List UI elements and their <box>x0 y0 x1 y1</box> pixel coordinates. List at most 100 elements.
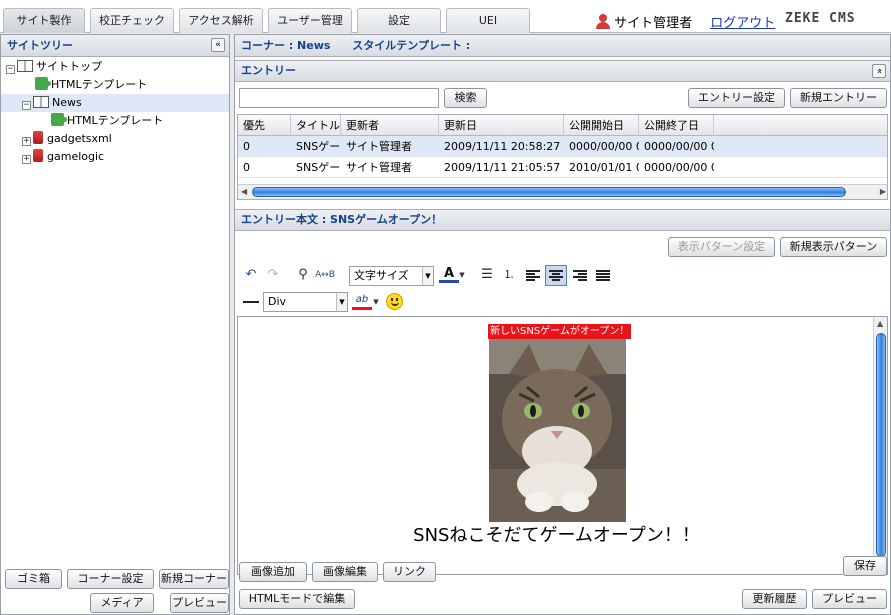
tab-user-management[interactable]: ユーザー管理 <box>268 8 352 33</box>
template-puzzle-icon <box>51 113 67 126</box>
new-display-pattern-button[interactable]: 新規表示パターン <box>780 237 887 257</box>
trash-button[interactable]: ゴミ箱 <box>5 569 62 589</box>
entry-settings-button[interactable]: エントリー設定 <box>688 88 785 108</box>
tab-site-production[interactable]: サイト製作 <box>3 8 85 33</box>
tree-item-gadgetsxml[interactable]: + gadgetsxml <box>1 130 229 148</box>
edit-image-button[interactable]: 画像編集 <box>312 562 378 582</box>
highlight-color-icon[interactable]: ab <box>352 291 372 310</box>
update-history-button[interactable]: 更新履歴 <box>742 589 807 609</box>
collapse-entry-icon[interactable]: « <box>872 64 886 78</box>
html-mode-button[interactable]: HTMLモードで編集 <box>239 589 355 609</box>
site-tree-title: サイトツリー <box>7 39 73 52</box>
cell-title: SNSゲー <box>296 140 341 153</box>
tab-proofreading[interactable]: 校正チェック <box>90 8 174 33</box>
numbered-list-icon[interactable]: ⒈ <box>499 265 519 285</box>
font-size-select[interactable]: 文字サイズ ▼ <box>349 266 434 286</box>
save-button[interactable]: 保存 <box>843 556 887 576</box>
expand-node-icon[interactable]: + <box>22 137 31 146</box>
scroll-left-icon[interactable]: ◀ <box>241 187 247 196</box>
tree-item-html-template[interactable]: HTMLテンプレート <box>1 76 229 94</box>
tree-item-news-html-template[interactable]: HTMLテンプレート <box>1 112 229 130</box>
align-right-icon[interactable] <box>573 270 587 282</box>
cell-publish-end: 0000/00/00 00 <box>644 140 714 153</box>
entry-grid: 優先 タイトル 更新者 更新日 公開開始日 公開終了日 0 SNSゲー サイト管… <box>237 114 888 200</box>
preview-left-button[interactable]: プレビュー <box>170 593 229 613</box>
table-row[interactable]: 0 SNSゲー サイト管理者 2009/11/11 21:05:57 2010/… <box>238 157 887 178</box>
horizontal-rule-icon[interactable] <box>243 301 259 303</box>
chevron-down-icon: ▼ <box>422 267 433 285</box>
vertical-scrollbar[interactable]: ▲ ▼ <box>873 317 887 574</box>
table-row[interactable]: 0 SNSゲー サイト管理者 2009/11/11 20:58:27 0000/… <box>238 136 887 157</box>
cell-publish-end: 0000/00/00 00 <box>644 161 714 174</box>
display-pattern-settings-button[interactable]: 表示パターン設定 <box>668 237 775 257</box>
tree-item-gamelogic[interactable]: + gamelogic <box>1 148 229 166</box>
corner-settings-button[interactable]: コーナー設定 <box>67 569 154 589</box>
tree-item-label: サイトトップ <box>36 60 102 73</box>
link-button[interactable]: リンク <box>383 562 436 582</box>
undo-icon[interactable]: ↶ <box>241 265 261 285</box>
entry-section-title: エントリー <box>241 64 296 77</box>
grid-header: 優先 タイトル 更新者 更新日 公開開始日 公開終了日 <box>238 115 887 136</box>
column-header-updated[interactable]: 更新日 <box>439 115 564 136</box>
site-book-icon <box>33 96 49 108</box>
red-book-icon <box>33 131 43 144</box>
column-header-priority[interactable]: 優先 <box>238 115 291 136</box>
horizontal-scrollbar[interactable]: ◀ ▶ <box>238 184 887 199</box>
tree-item-news[interactable]: − News <box>1 94 229 112</box>
redo-icon[interactable]: ↷ <box>263 265 283 285</box>
user-icon <box>596 14 610 29</box>
rich-text-editor[interactable]: 新しいSNSゲームがオープン！ SNSねこそだてゲームオープン！！ ▲ <box>237 316 888 575</box>
column-header-publish-end[interactable]: 公開終了日 <box>639 115 714 136</box>
align-left-icon[interactable] <box>526 270 540 282</box>
tab-uei[interactable]: UEI <box>446 8 530 33</box>
cell-publish-start: 0000/00/00 00 <box>569 140 639 153</box>
cat-photo <box>489 339 626 522</box>
align-center-button[interactable] <box>545 265 567 286</box>
bullet-list-icon[interactable]: ☰ <box>477 265 497 285</box>
align-justify-icon[interactable] <box>596 270 610 282</box>
top-navigation-bar: サイト製作 校正チェック アクセス解析 ユーザー管理 設定 UEI サイト管理者… <box>0 0 891 33</box>
emoticon-icon[interactable] <box>386 293 403 310</box>
block-format-value: Div <box>268 295 287 308</box>
preview-button[interactable]: プレビュー <box>812 589 887 609</box>
font-color-dropdown-icon[interactable]: ▼ <box>457 265 467 285</box>
font-size-value: 文字サイズ <box>354 269 409 282</box>
cell-updated: 2009/11/11 21:05:57 <box>444 161 561 174</box>
collapse-node-icon[interactable]: − <box>6 65 15 74</box>
find-icon[interactable]: ⚲ <box>293 265 313 285</box>
column-header-title[interactable]: タイトル <box>291 115 341 136</box>
emoticon-eye <box>391 298 393 301</box>
tab-settings[interactable]: 設定 <box>357 8 441 33</box>
user-name: サイト管理者 <box>614 16 693 31</box>
font-color-icon[interactable]: A <box>439 264 459 283</box>
entry-search-input[interactable] <box>239 88 439 108</box>
collapse-node-icon[interactable]: − <box>22 101 31 110</box>
site-tree-panel: サイトツリー « − サイトトップ HTMLテンプレート − News HTMLテン… <box>0 34 230 615</box>
search-button[interactable]: 検索 <box>444 88 487 108</box>
scroll-right-icon[interactable]: ▶ <box>880 187 886 196</box>
scroll-up-icon[interactable]: ▲ <box>877 319 883 328</box>
block-format-select[interactable]: Div ▼ <box>263 292 348 312</box>
column-header-publish-start[interactable]: 公開開始日 <box>564 115 639 136</box>
add-image-button[interactable]: 画像追加 <box>239 562 307 582</box>
column-header-updater[interactable]: 更新者 <box>341 115 439 136</box>
brand-logo: ZEKE CMS <box>785 11 856 26</box>
expand-node-icon[interactable]: + <box>22 155 31 164</box>
tree-item-site-top[interactable]: − サイトトップ <box>1 58 229 76</box>
emoticon-eye <box>396 298 398 301</box>
red-book-icon <box>33 149 43 162</box>
vertical-scroll-thumb[interactable] <box>876 333 886 557</box>
cell-priority: 0 <box>243 161 250 174</box>
collapse-left-panel-icon[interactable]: « <box>211 38 225 52</box>
logout-link[interactable]: ログアウト <box>710 16 775 31</box>
tab-access-analysis[interactable]: アクセス解析 <box>179 8 263 33</box>
tree-item-label: HTMLテンプレート <box>51 78 148 91</box>
new-corner-button[interactable]: 新規コーナー <box>159 569 229 589</box>
horizontal-scroll-thumb[interactable] <box>252 187 846 197</box>
replace-icon[interactable]: A↔B <box>315 265 335 285</box>
highlight-dropdown-icon[interactable]: ▼ <box>371 292 381 312</box>
template-puzzle-icon <box>35 77 51 90</box>
new-entry-button[interactable]: 新規エントリー <box>790 88 887 108</box>
media-button[interactable]: メディア <box>90 593 154 613</box>
tree-item-label: gadgetsxml <box>47 132 112 145</box>
